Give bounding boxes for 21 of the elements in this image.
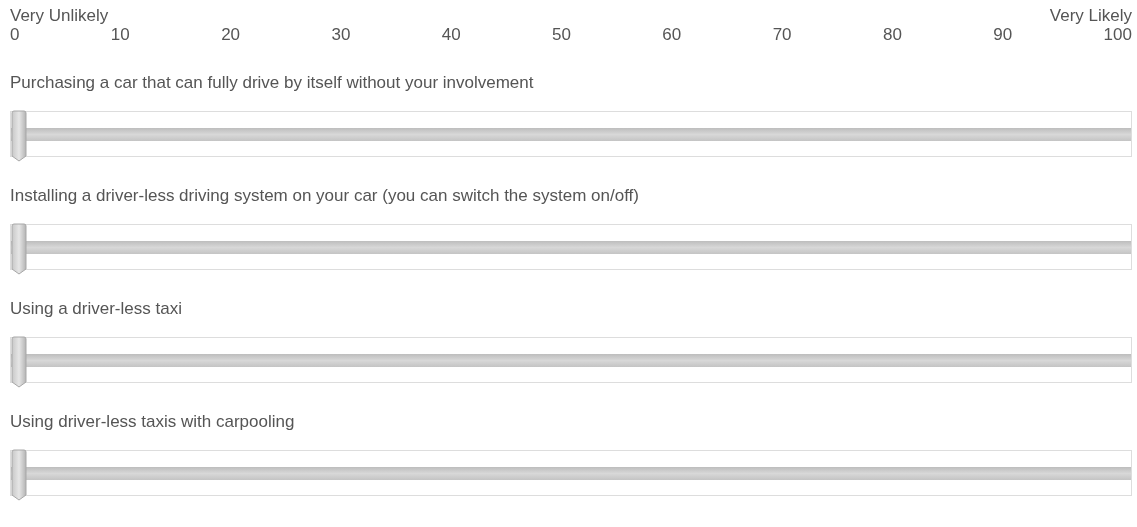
scale-min-label: Very Unlikely [10,6,109,25]
tick-label: 0 [10,25,20,44]
tick-label: 60 [662,25,682,44]
question-text: Using a driver-less taxi [10,299,183,319]
tick-label: 70 [772,25,792,44]
tick-label: 40 [441,25,461,44]
tick-label: 30 [331,25,351,44]
tick-label: 100 [1103,25,1132,44]
tick-label: 90 [993,25,1013,44]
tick-label: 20 [221,25,241,44]
tick-label: 80 [882,25,902,44]
slider-thumb[interactable] [11,223,27,275]
tick-label: 10 [110,25,130,44]
question-text: Installing a driver-less driving system on your car (you can switch the system on/off) [10,186,640,206]
scale-max-label: Very Likely [1049,6,1132,25]
slider-thumb[interactable] [11,110,27,162]
slider-thumb[interactable] [11,449,27,501]
slider-thumb[interactable] [11,336,27,388]
question-text: Using driver-less taxis with carpooling [10,412,296,432]
tick-label: 50 [552,25,571,44]
question-text: Purchasing a car that can fully drive by itself without your involvement [10,73,535,93]
